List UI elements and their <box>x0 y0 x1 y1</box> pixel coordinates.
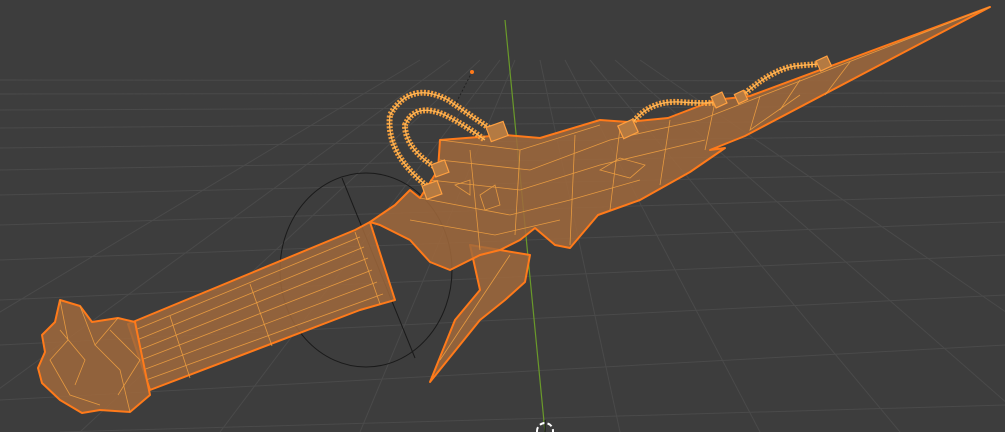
sword-handle[interactable] <box>127 221 396 391</box>
sword-pommel[interactable] <box>37 299 151 414</box>
3d-viewport[interactable] <box>0 0 1005 432</box>
sword-blade[interactable] <box>369 6 991 271</box>
empty-icon[interactable] <box>454 70 474 106</box>
3d-cursor-icon[interactable] <box>536 420 554 432</box>
sword-mesh[interactable] <box>37 6 991 414</box>
viewport-canvas[interactable] <box>0 0 1005 432</box>
